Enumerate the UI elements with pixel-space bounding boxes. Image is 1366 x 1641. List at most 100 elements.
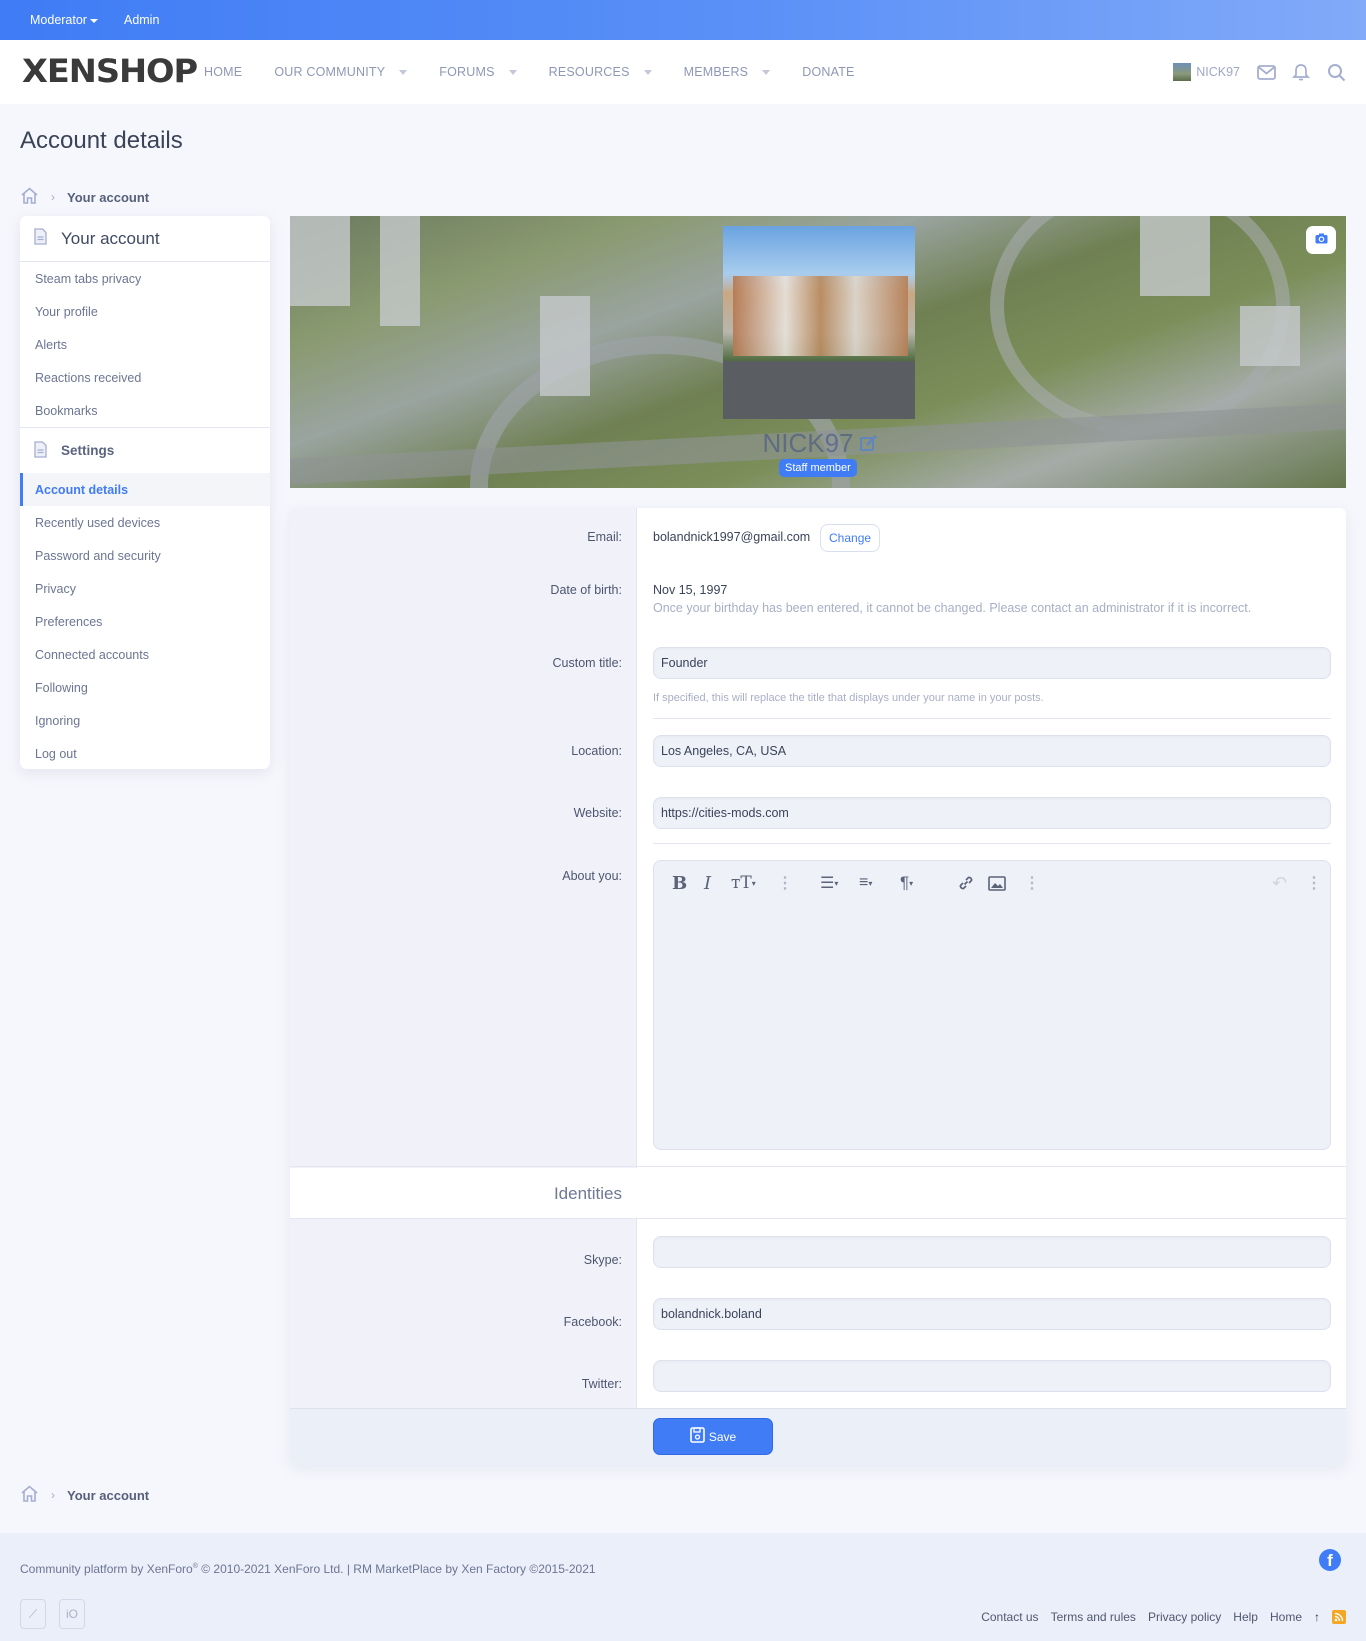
sidebar-item-preferences[interactable]: Preferences (20, 605, 270, 638)
more-options-icon[interactable]: ⋮ (777, 871, 793, 895)
sidebar-item-recently-used-devices[interactable]: Recently used devices (20, 506, 270, 539)
sidebar-item-privacy[interactable]: Privacy (20, 572, 270, 605)
website-input[interactable]: https://cities-mods.com (653, 797, 1331, 829)
link-icon[interactable] (957, 871, 975, 895)
sidebar-item-alerts[interactable]: Alerts (20, 328, 270, 361)
website-label: Website: (573, 806, 622, 820)
user-avatar[interactable] (1173, 63, 1192, 81)
camera-icon (1315, 231, 1328, 249)
location-input[interactable]: Los Angeles, CA, USA (653, 735, 1331, 767)
dob-value: Nov 15, 1997 (653, 583, 728, 597)
twitter-label: Twitter: (581, 1377, 622, 1391)
banner-image-detail (290, 216, 350, 306)
nav-home[interactable]: HOME (204, 65, 242, 79)
sidebar-item-steam-tabs-privacy[interactable]: Steam tabs privacy (20, 262, 270, 295)
nav-resources[interactable]: RESOURCES (549, 65, 652, 79)
form-label-column (290, 508, 637, 1168)
form-submit-row: Save (290, 1408, 1346, 1465)
skype-input[interactable] (653, 1236, 1331, 1268)
twitter-input[interactable] (653, 1360, 1331, 1392)
site-logo[interactable]: XENSHOP (22, 52, 198, 90)
arrow-up-icon[interactable]: ↑ (1314, 1610, 1320, 1624)
sidebar-item-your-profile[interactable]: Your profile (20, 295, 270, 328)
divider (653, 843, 1331, 844)
home-icon[interactable] (20, 187, 39, 207)
nav-donate[interactable]: DONATE (802, 65, 854, 79)
footer-link-home[interactable]: Home (1270, 1610, 1302, 1624)
footer-links: Contact us Terms and rules Privacy polic… (981, 1610, 1346, 1624)
facebook-label: Facebook: (563, 1315, 622, 1329)
nav-label: FORUMS (439, 65, 495, 79)
staff-badge: Staff member (779, 459, 857, 477)
italic-icon[interactable]: I (704, 871, 711, 895)
profile-banner: NICK97 Staff member (290, 216, 1346, 488)
inbox-icon[interactable] (1256, 62, 1276, 82)
username-text: NICK97 (762, 428, 854, 458)
dropdown-caret-icon[interactable] (762, 69, 771, 75)
save-label: Save (708, 1429, 737, 1444)
chevron-right-icon: › (51, 190, 55, 204)
sidebar-item-following[interactable]: Following (20, 671, 270, 704)
copyright-text: Community platform by XenForo® © 2010-20… (20, 1562, 596, 1576)
search-icon[interactable] (1326, 62, 1346, 82)
facebook-icon[interactable]: f (1319, 1549, 1341, 1571)
save-button[interactable]: Save (653, 1418, 773, 1455)
breadcrumb-bottom: › Your account (20, 1485, 149, 1505)
bold-icon[interactable]: B (672, 871, 687, 895)
avatar-image-detail (723, 361, 915, 419)
facebook-input[interactable]: bolandnick.boland (653, 1298, 1331, 1330)
home-icon[interactable] (20, 1485, 39, 1505)
custom-title-input[interactable]: Founder (653, 647, 1331, 679)
align-icon[interactable]: ≡ ▾ (859, 871, 872, 895)
dropdown-caret-icon[interactable] (508, 69, 517, 75)
breadcrumb-your-account[interactable]: Your account (67, 190, 149, 205)
sidebar-item-connected-accounts[interactable]: Connected accounts (20, 638, 270, 671)
pin-icon: ⟋ (28, 1606, 38, 1621)
change-email-button[interactable]: Change (820, 524, 881, 552)
more-options-icon[interactable]: ⋮ (1306, 871, 1322, 895)
edit-icon[interactable] (859, 428, 878, 459)
footer-link-help[interactable]: Help (1233, 1610, 1258, 1624)
dropdown-caret-icon[interactable] (643, 69, 652, 75)
admin-link[interactable]: Admin (124, 13, 159, 27)
footer-link-contact-us[interactable]: Contact us (981, 1610, 1038, 1624)
about-editor[interactable]: B I тT ▾ ⋮ ☰ ▾ ≡ ▾ ¶ ▾ ⋮ ↶ ⋮ (653, 860, 1331, 1150)
sidebar-item-bookmarks[interactable]: Bookmarks (20, 394, 270, 427)
user-menu-link[interactable]: NICK97 (1196, 65, 1240, 79)
sidebar-item-account-details[interactable]: Account details (20, 473, 270, 506)
style-chooser-button[interactable]: ⟋ (20, 1599, 46, 1629)
font-size-icon[interactable]: тT ▾ (731, 871, 756, 895)
profile-avatar[interactable] (723, 226, 915, 419)
info-button[interactable]: iO (59, 1599, 85, 1629)
breadcrumb-your-account[interactable]: Your account (67, 1488, 149, 1503)
sidebar-header-label: Settings (61, 443, 115, 458)
sidebar-header-your-account: Your account (20, 216, 270, 262)
paragraph-icon[interactable]: ¶ ▾ (900, 871, 913, 895)
more-options-icon[interactable]: ⋮ (1024, 871, 1040, 895)
footer-link-privacy[interactable]: Privacy policy (1148, 1610, 1221, 1624)
undo-icon[interactable]: ↶ (1272, 871, 1287, 895)
sidebar-item-ignoring[interactable]: Ignoring (20, 704, 270, 737)
nav-our-community[interactable]: OUR COMMUNITY (274, 65, 408, 79)
moderator-menu[interactable]: Moderator (30, 13, 98, 27)
sidebar-item-password-and-security[interactable]: Password and security (20, 539, 270, 572)
copyright-suffix: © 2010-2021 XenForo Ltd. | RM MarketPlac… (197, 1562, 596, 1576)
banner-image-detail (1140, 216, 1210, 296)
section-divider (290, 1166, 1346, 1167)
change-banner-button[interactable] (1306, 226, 1336, 254)
nav-label: OUR COMMUNITY (274, 65, 386, 79)
chevron-right-icon: › (51, 1488, 55, 1502)
bell-icon[interactable] (1291, 62, 1311, 82)
footer-link-terms[interactable]: Terms and rules (1051, 1610, 1136, 1624)
sidebar-item-log-out[interactable]: Log out (20, 737, 270, 769)
rss-icon[interactable] (1332, 1610, 1346, 1624)
caret-down-icon (89, 18, 98, 23)
copyright-prefix[interactable]: Community platform by XenForo (20, 1562, 193, 1576)
identities-header: Identities (553, 1184, 622, 1203)
image-icon[interactable] (988, 871, 1006, 895)
dropdown-caret-icon[interactable] (399, 69, 408, 75)
nav-forums[interactable]: FORUMS (439, 65, 517, 79)
list-icon[interactable]: ☰ ▾ (820, 871, 838, 895)
nav-members[interactable]: MEMBERS (684, 65, 771, 79)
sidebar-item-reactions-received[interactable]: Reactions received (20, 361, 270, 394)
